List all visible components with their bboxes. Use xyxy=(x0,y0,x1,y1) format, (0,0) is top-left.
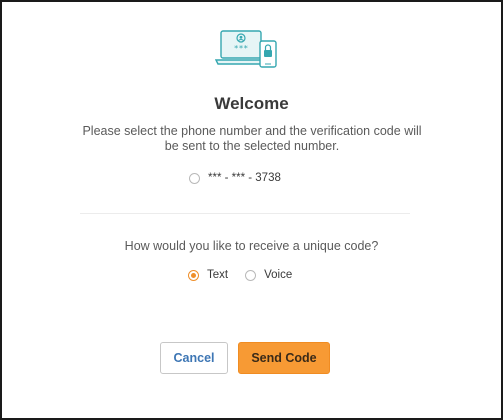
send-code-button[interactable]: Send Code xyxy=(238,342,330,374)
page-title: Welcome xyxy=(214,94,289,113)
laptop-phone-lock-icon: *** xyxy=(215,30,277,68)
instructions-text: Please select the phone number and the v… xyxy=(82,124,422,153)
method-option-voice[interactable]: Voice xyxy=(245,269,292,281)
delivery-method-group: Text Voice xyxy=(188,269,292,281)
delivery-method-question: How would you like to receive a unique c… xyxy=(124,239,379,253)
text-radio[interactable] xyxy=(188,269,199,281)
phone-number-radio[interactable] xyxy=(189,172,200,184)
method-option-text[interactable]: Text xyxy=(188,269,228,281)
phone-number-label: *** - *** - 3738 xyxy=(208,172,281,184)
cancel-button[interactable]: Cancel xyxy=(160,342,228,374)
verification-dialog: *** Welcome Please select the phone numb… xyxy=(0,0,503,420)
phone-number-option[interactable]: *** - *** - 3738 xyxy=(189,172,281,184)
masked-code-text: *** xyxy=(234,44,249,53)
section-divider xyxy=(80,213,410,214)
voice-radio[interactable] xyxy=(245,269,257,281)
method-label-voice: Voice xyxy=(264,269,293,281)
method-label-text: Text xyxy=(207,269,229,281)
